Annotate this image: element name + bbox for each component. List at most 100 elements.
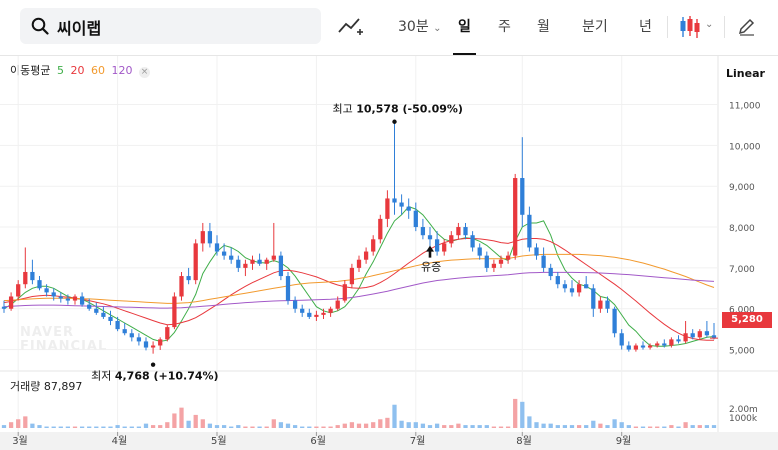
candle-body bbox=[257, 259, 262, 264]
volume-bar bbox=[37, 425, 42, 428]
candle-body bbox=[683, 333, 688, 342]
volume-bar bbox=[321, 426, 326, 428]
y-tick-label: 5,000 bbox=[729, 347, 755, 357]
volume-bar bbox=[612, 419, 617, 428]
candle-body bbox=[569, 288, 575, 293]
candle-body bbox=[669, 339, 674, 346]
candle-body bbox=[122, 329, 127, 334]
candle-body bbox=[647, 345, 653, 348]
high-label: 최고 10,578 (-50.09%) bbox=[333, 103, 463, 116]
candle-body bbox=[541, 255, 546, 268]
volume-bar bbox=[122, 426, 127, 428]
candle-body bbox=[16, 284, 21, 297]
volume-bar bbox=[94, 426, 99, 428]
volume-bar bbox=[271, 419, 276, 428]
volume-bar bbox=[385, 417, 390, 428]
candle-body bbox=[605, 300, 610, 309]
volume-bar bbox=[292, 425, 298, 428]
low-marker bbox=[150, 362, 156, 367]
candle-body bbox=[704, 331, 710, 336]
candle-body bbox=[328, 308, 333, 313]
candle-body bbox=[491, 263, 497, 268]
volume-bar bbox=[172, 413, 177, 428]
candle-body bbox=[548, 267, 553, 277]
volume-bar bbox=[513, 398, 518, 428]
volume-bar bbox=[23, 416, 28, 428]
volume-bar bbox=[534, 422, 539, 428]
volume-bar bbox=[257, 426, 262, 428]
candle-body bbox=[335, 300, 340, 309]
volume-bar bbox=[576, 425, 582, 428]
candle-body bbox=[484, 255, 489, 268]
volume-bar bbox=[285, 423, 291, 428]
candle-body bbox=[399, 202, 404, 207]
candle-body bbox=[655, 343, 660, 346]
x-tick-label: 8월 bbox=[516, 435, 532, 447]
volume-bar bbox=[371, 422, 376, 428]
candle-body bbox=[640, 345, 646, 348]
candle-body bbox=[513, 178, 518, 256]
candle-body bbox=[321, 312, 326, 315]
candle-body bbox=[37, 280, 42, 289]
candle-body bbox=[271, 255, 276, 260]
volume-bar bbox=[136, 426, 142, 428]
candle-body bbox=[456, 227, 461, 236]
candle-body bbox=[534, 247, 539, 256]
volume-bar bbox=[158, 425, 163, 428]
volume-bar bbox=[356, 423, 362, 428]
candle-body bbox=[342, 284, 347, 301]
candle-body bbox=[158, 339, 163, 346]
candle-body bbox=[598, 300, 603, 309]
volume-value: 87,897 bbox=[43, 380, 83, 393]
volume-bar bbox=[704, 425, 710, 428]
candle-body bbox=[150, 345, 156, 348]
volume-bar bbox=[335, 425, 340, 428]
volume-bar bbox=[101, 426, 106, 428]
candle-body bbox=[101, 312, 106, 317]
price-chart[interactable]: 11,00010,0009,0008,0007,0006,0005,0003월 4… bbox=[0, 0, 778, 450]
candle-body bbox=[193, 243, 198, 281]
volume-bar bbox=[647, 426, 653, 428]
volume-bar bbox=[548, 423, 553, 428]
candle-body bbox=[200, 231, 205, 244]
volume-bar bbox=[115, 425, 120, 428]
volume-bar bbox=[207, 423, 213, 428]
candle-body bbox=[349, 267, 355, 285]
volume-bar bbox=[683, 422, 688, 428]
volume-bar bbox=[555, 425, 560, 428]
candle-body bbox=[264, 259, 269, 264]
volume-bar bbox=[711, 425, 717, 428]
candle-body bbox=[65, 298, 71, 301]
volume-bar bbox=[420, 423, 426, 428]
candle-body bbox=[250, 259, 255, 264]
volume-bar bbox=[214, 425, 220, 428]
volume-bar bbox=[399, 420, 404, 428]
candle-body bbox=[562, 284, 568, 289]
volume-bar bbox=[697, 425, 702, 428]
x-tick-label: 7월 bbox=[410, 435, 426, 447]
candle-body bbox=[442, 243, 447, 252]
volume-bar bbox=[236, 425, 241, 428]
volume-bar bbox=[562, 425, 568, 428]
candle-body bbox=[520, 178, 525, 215]
volume-bar bbox=[427, 425, 433, 428]
volume-bar bbox=[65, 426, 71, 428]
volume-bar bbox=[484, 425, 489, 428]
volume-bar bbox=[58, 426, 63, 428]
candle-body bbox=[626, 345, 631, 350]
volume-bar bbox=[392, 404, 397, 428]
candle-body bbox=[236, 259, 241, 268]
candle-body bbox=[392, 198, 397, 203]
volume-bar bbox=[243, 426, 248, 428]
candle-body bbox=[51, 292, 56, 297]
candle-body bbox=[243, 263, 248, 268]
volume-label: 거래량 87,897 bbox=[10, 380, 83, 393]
x-tick-label: 5월 bbox=[211, 435, 227, 447]
volume-bar bbox=[30, 423, 35, 428]
volume-bar bbox=[640, 426, 646, 428]
volume-bar bbox=[598, 423, 603, 428]
candle-body bbox=[8, 296, 14, 309]
candle-body bbox=[94, 308, 99, 313]
candle-body bbox=[214, 243, 220, 252]
volume-bar bbox=[626, 425, 631, 428]
